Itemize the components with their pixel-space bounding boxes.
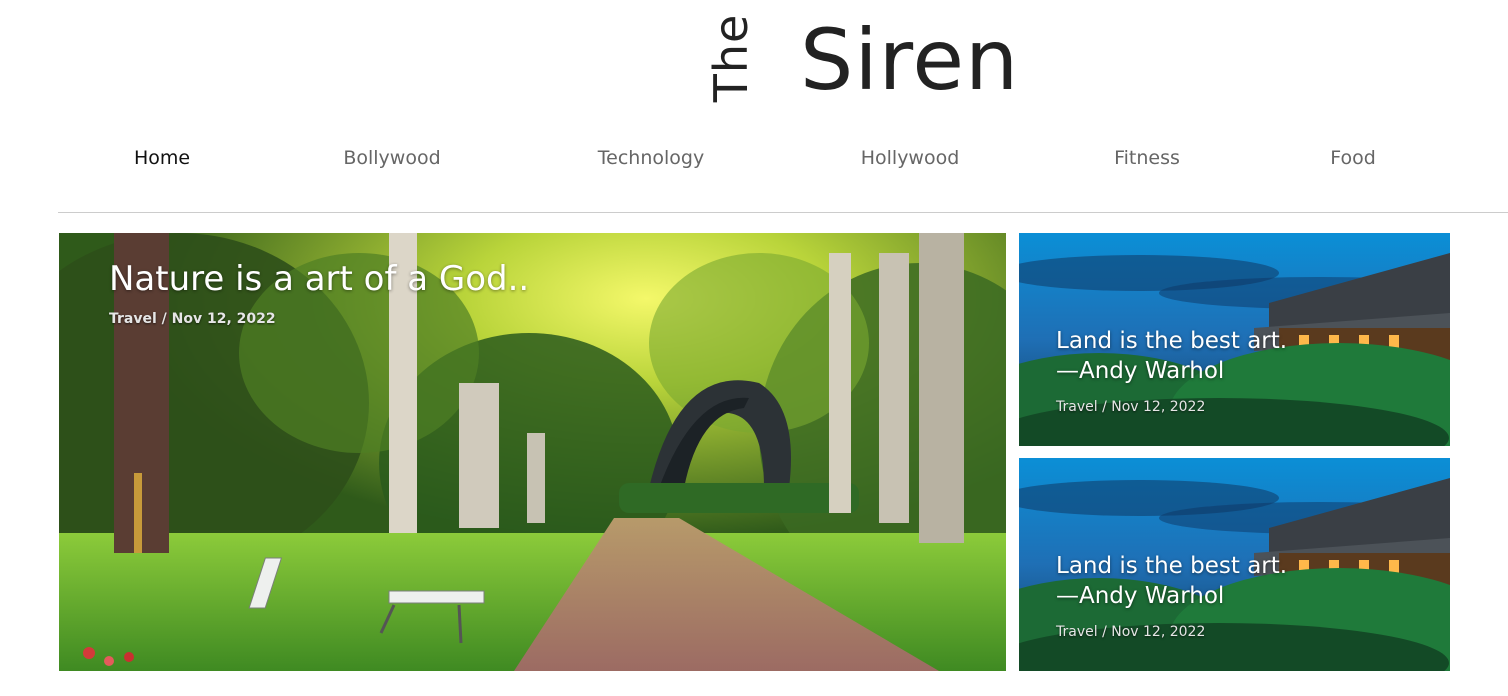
side-post-title[interactable]: Land is the best art. —Andy Warhol [1056,326,1287,386]
side-post[interactable]: Land is the best art. —Andy Warhol Trave… [1019,233,1450,446]
side-post-title[interactable]: Land is the best art. —Andy Warhol [1056,551,1287,611]
nav-item-hollywood[interactable]: Hollywood [861,140,960,176]
featured-post-meta: Travel / Nov 12, 2022 [109,311,276,327]
nav-item-bollywood[interactable]: Bollywood [343,140,440,176]
page: The Siren Home Bollywood Technology Holl… [0,0,1508,696]
nav-divider [58,212,1508,213]
nav-item-fitness[interactable]: Fitness [1114,140,1180,176]
side-post-meta: Travel / Nov 12, 2022 [1056,399,1206,415]
side-post[interactable]: Land is the best art. —Andy Warhol Trave… [1019,458,1450,671]
nav-item-food[interactable]: Food [1330,140,1376,176]
logo-siren[interactable]: Siren [800,10,1019,110]
side-post-meta: Travel / Nov 12, 2022 [1056,624,1206,640]
featured-post[interactable]: Nature is a art of a God.. Travel / Nov … [59,233,1006,671]
logo-the[interactable]: The [704,8,758,108]
nav-item-technology[interactable]: Technology [598,140,704,176]
logo-the-text: The [704,13,758,103]
nav-item-home[interactable]: Home [134,140,190,176]
featured-post-title[interactable]: Nature is a art of a God.. [109,259,529,299]
main-nav: Home Bollywood Technology Hollywood Fitn… [0,140,1508,176]
